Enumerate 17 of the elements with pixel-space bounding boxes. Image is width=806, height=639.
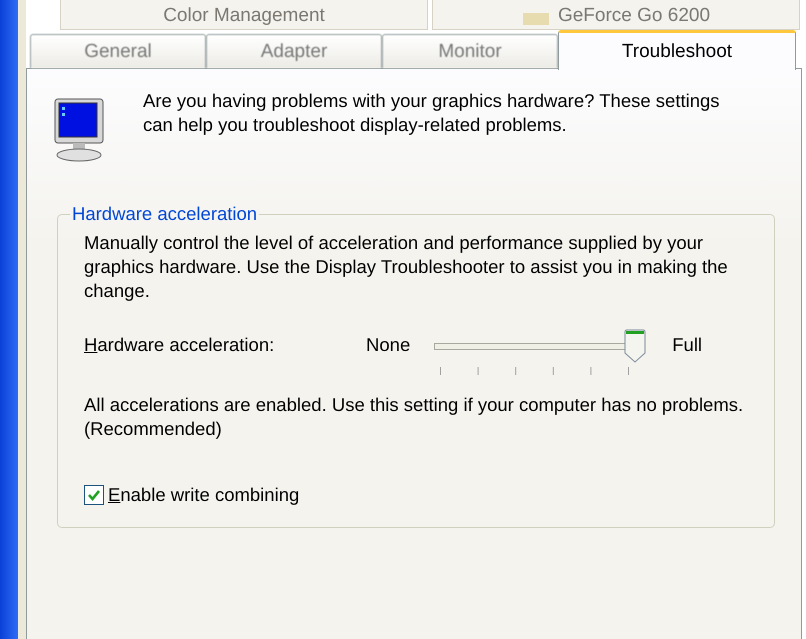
tab[interactable]: General [30,34,206,68]
checkbox-label: Enable write combining [108,483,300,507]
tab[interactable]: Monitor [382,34,558,68]
checkmark-icon [87,488,101,502]
status-text: All accelerations are enabled. Use this setting if your computer has no problems. (Recommended) [84,393,744,441]
min-label: None [366,333,410,357]
intro-text: Are you having problems with your graphics hardware? These settings can help you troubleshoot display-related problems. [143,89,721,137]
tab[interactable]: Troubleshoot [558,30,796,70]
checkbox[interactable] [84,485,104,505]
slider-thumb[interactable] [624,329,646,363]
description-text: Manually control the level of acceleration and performance supplied by your graphics hardware. Use the Display Troubleshooter to assist you in making the change. [84,231,729,303]
max-label: Full [672,333,702,357]
slider-label: Hardware acceleration: [84,334,274,355]
tab[interactable]: Adapter [206,34,382,68]
group-title: Hardware acceleration [71,203,258,225]
tab[interactable]: Color Management [60,0,428,30]
tab[interactable]: GeForce Go 6200 [432,0,800,30]
